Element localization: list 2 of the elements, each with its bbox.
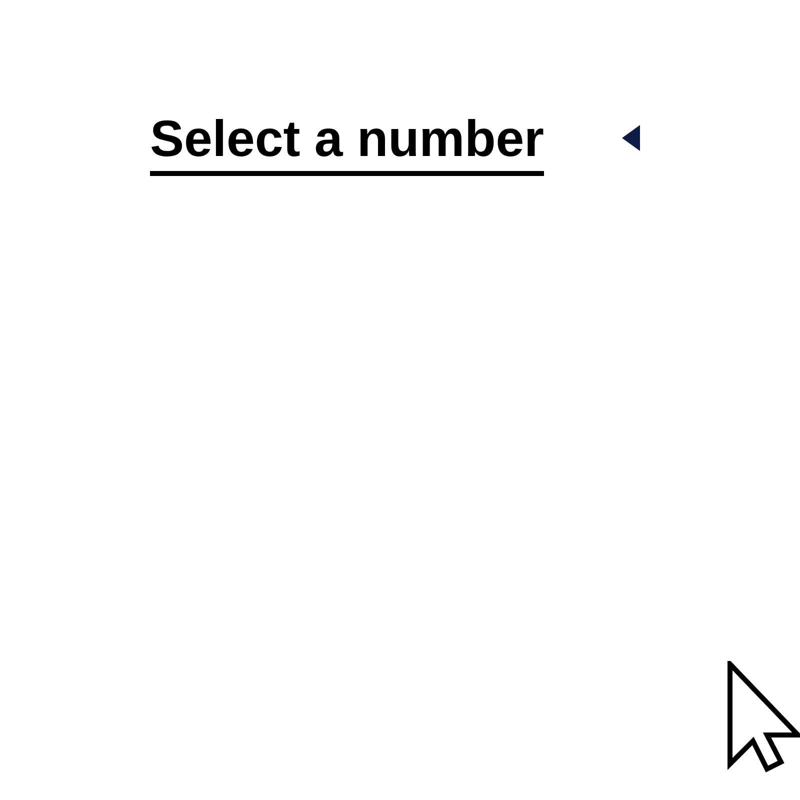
caret-icon[interactable]: [622, 125, 640, 152]
dropdown-toggle[interactable]: Select a number: [150, 108, 544, 176]
